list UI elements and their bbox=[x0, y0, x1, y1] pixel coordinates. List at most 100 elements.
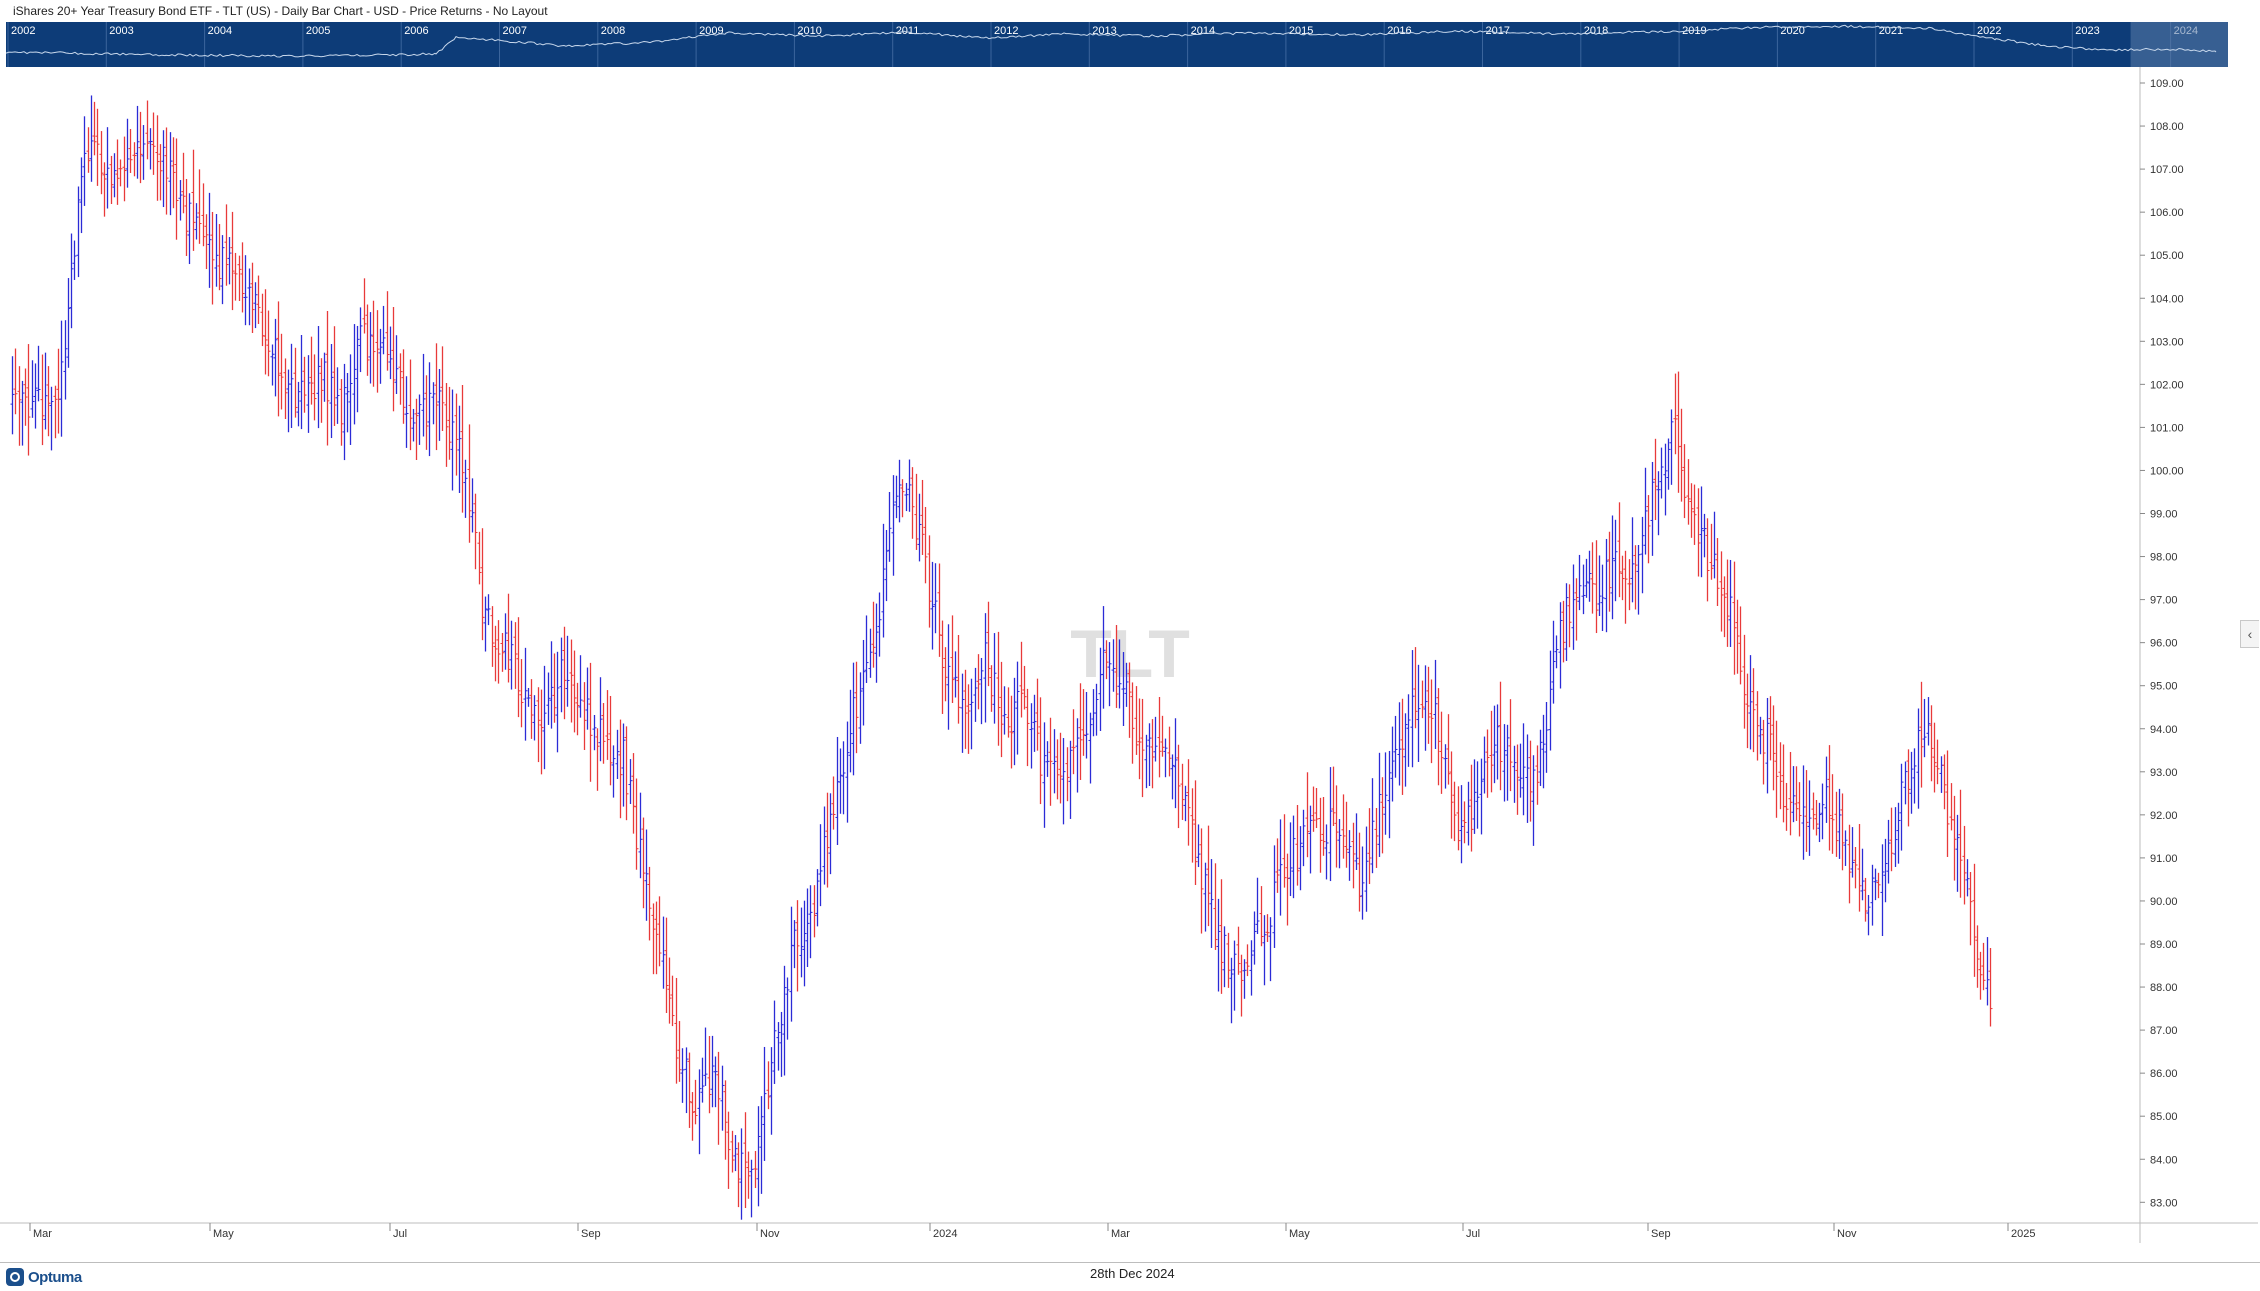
price-bar bbox=[1804, 770, 1809, 852]
price-bar bbox=[253, 282, 258, 329]
price-bar bbox=[1525, 734, 1530, 823]
price-bar bbox=[992, 633, 997, 724]
price-bar bbox=[1446, 714, 1451, 785]
price-bar bbox=[647, 866, 652, 941]
price-bar bbox=[319, 358, 324, 423]
price-bar bbox=[197, 169, 202, 244]
price-bar bbox=[1180, 763, 1185, 820]
price-bar bbox=[1643, 467, 1648, 555]
price-bar bbox=[789, 906, 794, 1022]
price-bar bbox=[723, 1080, 728, 1160]
price-bar bbox=[1012, 677, 1017, 766]
price-bar bbox=[559, 637, 564, 713]
price-bar bbox=[385, 291, 390, 371]
price-bar bbox=[1196, 824, 1201, 868]
price-bar bbox=[733, 1135, 738, 1172]
navigator-selection-window[interactable] bbox=[2130, 22, 2228, 67]
price-bar bbox=[1285, 853, 1290, 926]
price-bar bbox=[43, 352, 48, 430]
price-bar bbox=[1311, 786, 1316, 832]
price-bar bbox=[1265, 914, 1270, 943]
price-bar bbox=[503, 613, 508, 670]
price-bar bbox=[1038, 697, 1043, 805]
price-bar bbox=[1945, 750, 1950, 857]
price-bar bbox=[1344, 801, 1349, 868]
navigator-year-label: 2002 bbox=[11, 25, 35, 37]
price-bar bbox=[877, 592, 882, 657]
price-chart[interactable]: 109.00 108.00 107.00 106.00 105.00 104.00 103.… bbox=[0, 67, 2260, 1247]
price-bar bbox=[707, 1036, 712, 1114]
price-bar bbox=[743, 1112, 748, 1209]
price-bar bbox=[513, 622, 518, 689]
price-bar bbox=[1380, 777, 1385, 854]
navigator-year-label: 2017 bbox=[1486, 25, 1510, 37]
price-bar bbox=[1052, 729, 1057, 794]
price-bar bbox=[220, 235, 225, 305]
price-bar bbox=[1203, 862, 1208, 932]
price-bar bbox=[1880, 844, 1885, 937]
price-bar bbox=[89, 95, 94, 182]
price-bar bbox=[273, 318, 278, 397]
price-bar bbox=[1801, 765, 1806, 860]
price-bar bbox=[1719, 551, 1724, 632]
price-bar bbox=[1081, 689, 1086, 756]
price-bar bbox=[1305, 772, 1310, 858]
y-axis-tick-label: 108.00 bbox=[2150, 121, 2184, 133]
collapse-panel-button[interactable]: ‹ bbox=[2240, 620, 2259, 648]
price-bar bbox=[1298, 826, 1303, 891]
price-bar bbox=[1521, 723, 1526, 816]
price-bar bbox=[532, 695, 537, 741]
y-axis-tick-label: 89.00 bbox=[2150, 939, 2178, 951]
price-bar bbox=[1232, 940, 1237, 1011]
price-bar bbox=[1383, 752, 1388, 835]
price-bar bbox=[1351, 822, 1356, 889]
price-bar bbox=[854, 661, 859, 754]
price-bar bbox=[1236, 926, 1241, 975]
price-bar bbox=[1955, 814, 1960, 892]
price-bar bbox=[1742, 634, 1747, 729]
price-bar bbox=[1173, 718, 1178, 809]
price-bar bbox=[368, 312, 373, 384]
navigator-resize-handle[interactable] bbox=[2220, 22, 2228, 67]
price-bar bbox=[1745, 673, 1750, 749]
price-bar bbox=[1765, 697, 1770, 794]
price-bar bbox=[128, 129, 133, 173]
price-chart-canvas[interactable]: 109.00 108.00 107.00 106.00 105.00 104.00 103.… bbox=[0, 67, 2260, 1247]
price-bar bbox=[506, 593, 511, 683]
price-bar bbox=[736, 1142, 741, 1208]
x-axis-label: Mar bbox=[1111, 1228, 1130, 1240]
price-bar bbox=[1186, 759, 1191, 846]
price-bar bbox=[1088, 712, 1093, 784]
price-bar bbox=[1206, 825, 1211, 927]
price-bar bbox=[1390, 726, 1395, 802]
price-bar bbox=[1190, 788, 1195, 863]
price-bar bbox=[999, 661, 1004, 758]
price-bar bbox=[1544, 702, 1549, 773]
timeline-navigator[interactable]: 2002 2003 2004 2005 2006 2007 2008 2009 2010 2011… bbox=[6, 22, 2228, 67]
price-bar bbox=[237, 255, 242, 301]
price-bar bbox=[417, 394, 422, 445]
price-bar bbox=[1242, 959, 1247, 999]
price-bar bbox=[1571, 564, 1576, 650]
price-bar bbox=[1337, 819, 1342, 869]
price-bar bbox=[463, 459, 468, 518]
price-bar bbox=[680, 1048, 685, 1103]
navigator-year-label: 2003 bbox=[109, 25, 133, 37]
price-bar bbox=[1328, 767, 1333, 882]
price-bar bbox=[53, 385, 58, 439]
price-bar bbox=[1334, 785, 1339, 868]
price-bar bbox=[1022, 665, 1027, 710]
price-bar bbox=[1863, 877, 1868, 922]
price-bar bbox=[217, 224, 222, 291]
navigator-canvas[interactable]: 2002 2003 2004 2005 2006 2007 2008 2009 2010 2011… bbox=[6, 22, 2228, 67]
price-bar bbox=[164, 127, 169, 215]
price-bar bbox=[233, 252, 238, 301]
price-bar bbox=[766, 1061, 771, 1110]
price-bar bbox=[976, 654, 981, 710]
price-bar bbox=[1935, 739, 1940, 785]
price-bar bbox=[687, 1052, 692, 1128]
price-bar bbox=[276, 301, 281, 417]
price-bar bbox=[572, 650, 577, 733]
price-bar bbox=[1219, 879, 1224, 994]
price-bar bbox=[1883, 838, 1888, 903]
